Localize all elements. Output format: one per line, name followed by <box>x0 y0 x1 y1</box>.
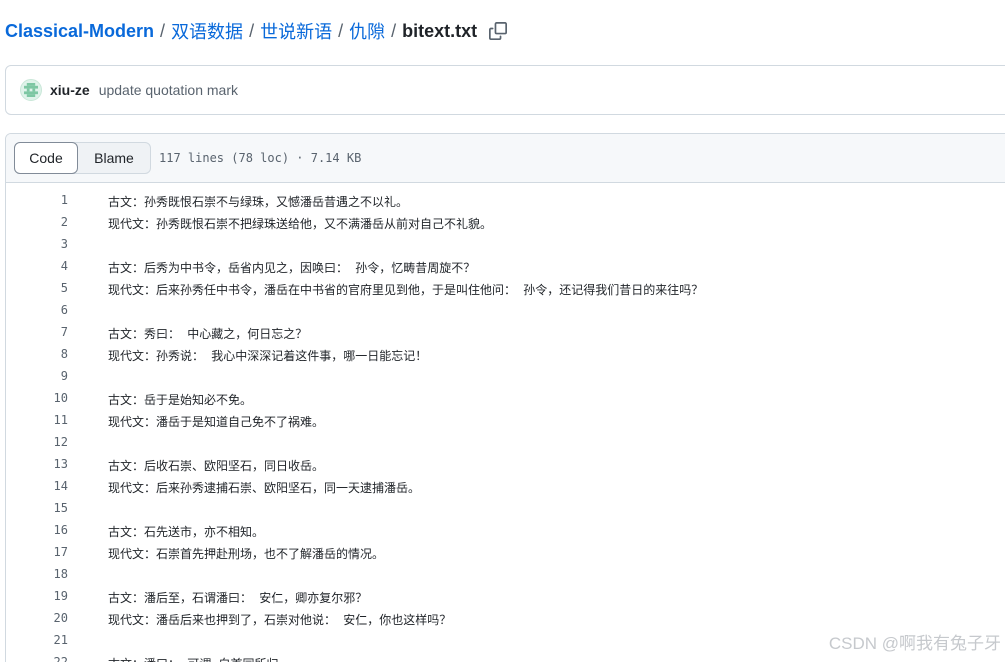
copy-path-button[interactable] <box>487 20 509 42</box>
line-text: 现代文：后来孙秀任中书令，潘岳在中书省的官府里见到他，于是叫住他问： 孙令，还记… <box>108 283 704 297</box>
breadcrumb-separator: / <box>391 20 397 41</box>
code-line: 6 <box>6 300 1005 322</box>
code-line: 2 现代文：孙秀既恨石崇不把绿珠送给他，又不满潘岳从前对自己不礼貌。 <box>6 212 1005 234</box>
code-line: 4 古文：后秀为中书令，岳省内见之，因唤曰： 孙令，忆畴昔周旋不？ <box>6 256 1005 278</box>
line-text: 古文：石先送市，亦不相知。 <box>108 525 265 539</box>
line-number[interactable]: 11 <box>6 413 68 427</box>
line-text: 现代文：孙秀说： 我心中深深记着这件事，哪一日能忘记！ <box>108 349 428 363</box>
line-number[interactable]: 19 <box>6 589 68 603</box>
line-number[interactable]: 2 <box>6 215 68 229</box>
line-number[interactable]: 6 <box>6 303 68 317</box>
line-text: 古文：秀曰： 中心藏之，何日忘之？ <box>108 327 308 341</box>
breadcrumb-separator: / <box>160 20 166 41</box>
line-number[interactable]: 7 <box>6 325 68 339</box>
view-toggle: Code Blame <box>14 142 151 174</box>
code-line: 8 现代文：孙秀说： 我心中深深记着这件事，哪一日能忘记！ <box>6 344 1005 366</box>
line-number[interactable]: 12 <box>6 435 68 449</box>
commit-author-link[interactable]: xiu-ze <box>50 82 90 98</box>
code-line: 20 现代文：潘岳后来也押到了，石崇对他说： 安仁，你也这样吗？ <box>6 608 1005 630</box>
code-line: 9 <box>6 366 1005 388</box>
page: Classical-Modern / 双语数据 / 世说新语 / 仇隙 / bi… <box>0 0 1005 662</box>
code-line: 7 古文：秀曰： 中心藏之，何日忘之？ <box>6 322 1005 344</box>
breadcrumb-separator: / <box>249 20 255 41</box>
line-text: 古文：潘曰： 可谓 白首同所归 <box>108 655 278 662</box>
code-line: 14 现代文：后来孙秀逮捕石崇、欧阳坚石，同一天逮捕潘岳。 <box>6 476 1005 498</box>
line-number[interactable]: 10 <box>6 391 68 405</box>
code-line: 5 现代文：后来孙秀任中书令，潘岳在中书省的官府里见到他，于是叫住他问： 孙令，还… <box>6 278 1005 300</box>
code-line: 12 <box>6 432 1005 454</box>
line-number[interactable]: 14 <box>6 479 68 493</box>
code-line: 1 古文：孙秀既恨石崇不与绿珠，又憾潘岳昔遇之不以礼。 <box>6 190 1005 212</box>
line-text: 现代文：潘岳于是知道自己免不了祸难。 <box>108 415 325 429</box>
code-line: 16 古文：石先送市，亦不相知。 <box>6 520 1005 542</box>
line-text: 古文：潘后至，石谓潘曰： 安仁，卿亦复尔邪？ <box>108 591 368 605</box>
file-viewer: Code Blame 117 lines (78 loc) · 7.14 KB … <box>5 133 1005 662</box>
line-number[interactable]: 9 <box>6 369 68 383</box>
code-line: 11 现代文：潘岳于是知道自己免不了祸难。 <box>6 410 1005 432</box>
copy-icon <box>489 22 508 40</box>
commit-message-link[interactable]: update quotation mark <box>99 82 238 98</box>
line-text: 现代文：石崇首先押赴刑场，也不了解潘岳的情况。 <box>108 547 385 561</box>
tab-code[interactable]: Code <box>14 142 78 174</box>
breadcrumb-file-name: bitext.txt <box>402 20 478 41</box>
line-number[interactable]: 3 <box>6 237 68 251</box>
line-text: 古文：后秀为中书令，岳省内见之，因唤曰： 孙令，忆畴昔周旋不？ <box>108 261 476 275</box>
line-number[interactable]: 20 <box>6 611 68 625</box>
line-number[interactable]: 22 <box>6 655 68 662</box>
breadcrumb-folder-link[interactable]: 世说新语 <box>260 18 332 44</box>
watermark: CSDN @啊我有兔子牙 <box>828 634 1001 653</box>
file-header: Code Blame 117 lines (78 loc) · 7.14 KB <box>6 134 1005 183</box>
tab-blame[interactable]: Blame <box>78 143 150 173</box>
line-number[interactable]: 16 <box>6 523 68 537</box>
code-line: 15 <box>6 498 1005 520</box>
line-number[interactable]: 15 <box>6 501 68 515</box>
line-text: 古文：后收石崇、欧阳坚石，同日收岳。 <box>108 459 325 473</box>
code-line: 18 <box>6 564 1005 586</box>
code-line: 13 古文：后收石崇、欧阳坚石，同日收岳。 <box>6 454 1005 476</box>
line-text: 现代文：潘岳后来也押到了，石崇对他说： 安仁，你也这样吗？ <box>108 613 452 627</box>
line-number[interactable]: 1 <box>6 193 68 207</box>
breadcrumb: Classical-Modern / 双语数据 / 世说新语 / 仇隙 / bi… <box>5 17 509 45</box>
breadcrumb-folder-link[interactable]: 仇隙 <box>349 18 385 44</box>
breadcrumb-repo-link[interactable]: Classical-Modern <box>5 21 154 42</box>
avatar[interactable] <box>20 79 42 101</box>
line-number[interactable]: 5 <box>6 281 68 295</box>
code-line: 17 现代文：石崇首先押赴刑场，也不了解潘岳的情况。 <box>6 542 1005 564</box>
line-number[interactable]: 4 <box>6 259 68 273</box>
line-text: 现代文：后来孙秀逮捕石崇、欧阳坚石，同一天逮捕潘岳。 <box>108 481 421 495</box>
line-number[interactable]: 18 <box>6 567 68 581</box>
file-info: 117 lines (78 loc) · 7.14 KB <box>159 151 362 165</box>
code-line: 3 <box>6 234 1005 256</box>
line-number[interactable]: 21 <box>6 633 68 647</box>
line-number[interactable]: 13 <box>6 457 68 471</box>
line-text: 现代文：孙秀既恨石崇不把绿珠送给他，又不满潘岳从前对自己不礼貌。 <box>108 217 493 231</box>
line-text: 古文：孙秀既恨石崇不与绿珠，又憾潘岳昔遇之不以礼。 <box>108 195 409 209</box>
code-line: 19 古文：潘后至，石谓潘曰： 安仁，卿亦复尔邪？ <box>6 586 1005 608</box>
identicon-icon <box>24 83 38 97</box>
line-text: 古文：岳于是始知必不免。 <box>108 393 253 407</box>
breadcrumb-separator: / <box>338 20 344 41</box>
line-number[interactable]: 17 <box>6 545 68 559</box>
breadcrumb-folder-link[interactable]: 双语数据 <box>171 18 243 44</box>
latest-commit-box: xiu-ze update quotation mark <box>5 65 1005 115</box>
code-line: 10 古文：岳于是始知必不免。 <box>6 388 1005 410</box>
line-number[interactable]: 8 <box>6 347 68 361</box>
code-area[interactable]: 1 古文：孙秀既恨石崇不与绿珠，又憾潘岳昔遇之不以礼。 2 现代文：孙秀既恨石崇不把绿… <box>6 190 1005 662</box>
